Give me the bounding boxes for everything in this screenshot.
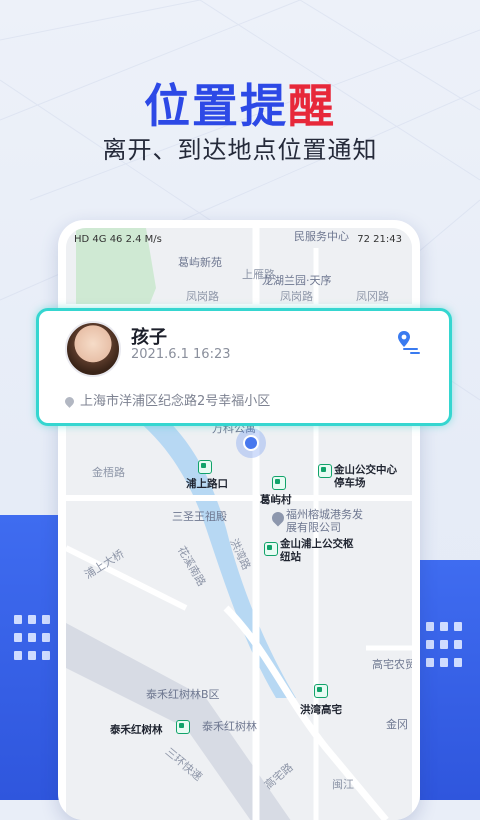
hero-title-accent: 醒: [288, 79, 336, 133]
window: [440, 658, 448, 667]
map-label: 泰禾红树林B区: [146, 688, 220, 701]
map-label: 洪湾高宅: [300, 704, 342, 716]
building-right: [420, 560, 480, 800]
location-notification-card[interactable]: 孩子 2021.6.1 16:23 上海市洋浦区纪念路2号幸福小区: [36, 308, 452, 426]
map-label: 凤岗路: [280, 290, 313, 303]
current-location-marker: [236, 428, 266, 458]
window: [28, 651, 36, 660]
hero-title: 位置提醒: [0, 70, 480, 136]
window: [454, 658, 462, 667]
status-bar: HD 4G 46 2.4 M/s 72 21:43: [66, 228, 412, 252]
bus-stop-icon: [198, 460, 212, 474]
map-label: 凤冈路: [356, 290, 389, 303]
window: [426, 622, 434, 631]
map-label: 金冈: [386, 718, 408, 731]
map-label: 金山公交中心停车场: [334, 464, 397, 489]
map-label: 浦上路口: [186, 478, 228, 490]
map-label: 泰禾红树林: [110, 724, 163, 736]
map-label: 龙湖兰园·天序: [262, 274, 332, 287]
bus-stop-icon: [176, 720, 190, 734]
location-pin-icon: [63, 395, 76, 408]
address-row: 上海市洋浦区纪念路2号幸福小区: [63, 390, 271, 409]
window: [14, 615, 22, 624]
window: [440, 622, 448, 631]
map-label: 民服务中心: [294, 230, 349, 243]
map-label: 高宅农贸: [372, 658, 412, 671]
map-label: 金梧路: [92, 466, 125, 479]
bus-stop-icon: [318, 464, 332, 478]
window: [14, 651, 22, 660]
hero-title-main: 位置提: [144, 79, 288, 133]
window: [454, 622, 462, 631]
notification-time: 2021.6.1 16:23: [131, 347, 231, 362]
window: [426, 640, 434, 649]
window: [14, 633, 22, 642]
bus-stop-icon: [272, 476, 286, 490]
address-text: 上海市洋浦区纪念路2号幸福小区: [80, 394, 271, 409]
map-label: 三圣王祖殿: [172, 510, 227, 523]
status-left: HD 4G 46 2.4 M/s: [74, 234, 162, 245]
bus-stop-icon: [264, 542, 278, 556]
map-label: 泰禾红树林: [202, 720, 257, 733]
window: [28, 615, 36, 624]
window: [42, 633, 50, 642]
hero-subtitle: 离开、到达地点位置通知: [102, 136, 378, 164]
map-label: 葛屿新苑: [178, 256, 222, 269]
window: [42, 615, 50, 624]
map-label: 闽江: [332, 778, 354, 791]
avatar: [65, 321, 121, 377]
window: [440, 640, 448, 649]
map-label: 金山浦上公交枢纽站: [280, 538, 354, 563]
contact-name: 孩子: [131, 327, 167, 348]
window: [426, 658, 434, 667]
map-label: 凤岗路: [186, 290, 219, 303]
bus-stop-icon: [314, 684, 328, 698]
window: [42, 651, 50, 660]
window: [454, 640, 462, 649]
status-right: 72 21:43: [357, 234, 402, 245]
map-label: 葛屿村: [260, 494, 292, 506]
map-label: 福州榕城港务发展有限公司: [286, 508, 363, 534]
window: [28, 633, 36, 642]
route-icon[interactable]: [395, 329, 421, 355]
